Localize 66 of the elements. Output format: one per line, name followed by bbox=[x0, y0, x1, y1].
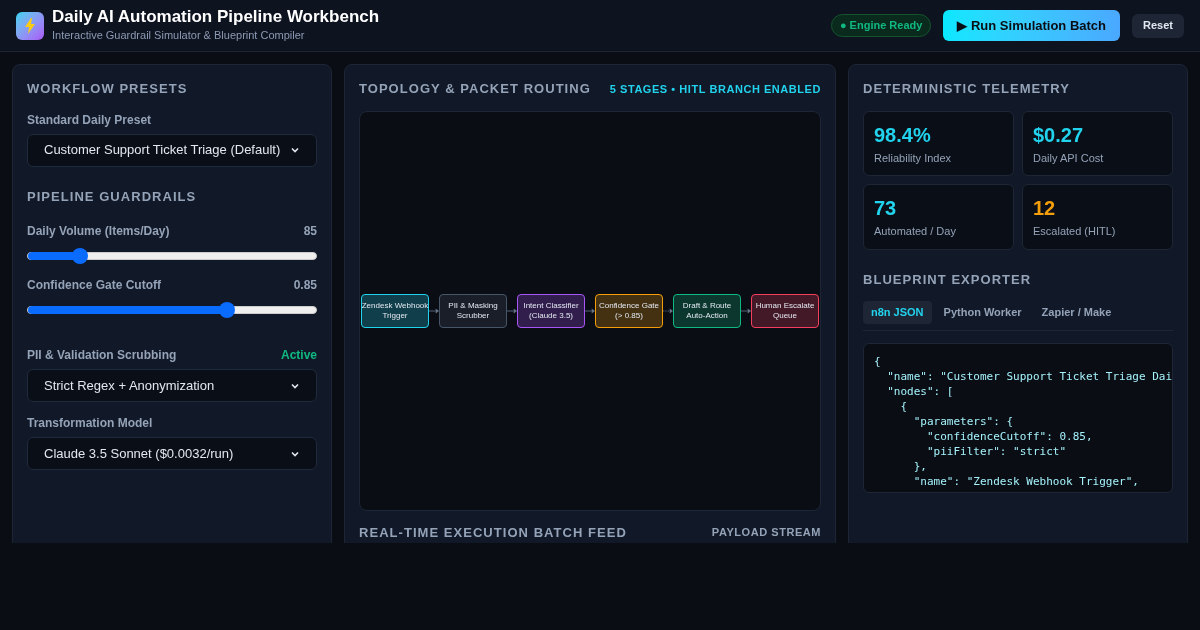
section-heading: REAL-TIME EXECUTION BATCH FEED bbox=[359, 523, 627, 542]
code-line: "name": "Customer Support Ticket Triage Dai bbox=[886, 368, 1172, 384]
slider-label: Confidence Gate Cutoff bbox=[27, 277, 161, 294]
node-label: (> 0.85) bbox=[615, 310, 643, 321]
code-line: { bbox=[874, 353, 882, 369]
slider-label: Daily Volume (Items/Day) bbox=[27, 223, 170, 240]
pipeline-node[interactable]: Zendesk Webhook Trigger bbox=[361, 293, 429, 328]
node-label: (Claude 3.5) bbox=[529, 310, 573, 321]
status-badge: ● Engine Ready bbox=[830, 14, 932, 37]
code-line: "confidenceCutoff": 0.85, bbox=[925, 428, 1094, 444]
slider-thumb[interactable] bbox=[218, 302, 235, 318]
dropdown[interactable]: Customer Support Ticket Triage (Default) bbox=[27, 133, 317, 167]
section-heading: TOPOLOGY & PACKET ROUTING bbox=[359, 80, 591, 98]
code-line: }, bbox=[912, 458, 928, 474]
metric-value: $0.27 bbox=[1033, 122, 1085, 148]
status-text: Active bbox=[280, 347, 317, 364]
metric-label: Automated / Day bbox=[874, 224, 957, 239]
code-line: "parameters": { bbox=[912, 413, 1015, 429]
metric-value: 98.4% bbox=[874, 122, 932, 148]
dropdown[interactable]: Strict Regex + Anonymization bbox=[27, 369, 317, 402]
slider-thumb[interactable] bbox=[71, 248, 88, 264]
section-heading: WORKFLOW PRESETS bbox=[27, 80, 189, 98]
metric-label: Escalated (HITL) bbox=[1033, 224, 1117, 239]
node-label: Queue bbox=[773, 310, 797, 321]
code-line: "nodes": [ bbox=[886, 383, 955, 399]
pipeline-node[interactable]: Human Escalate Queue bbox=[751, 293, 819, 328]
pipeline-node[interactable]: PII & Masking Scrubber bbox=[439, 293, 507, 328]
dropdown[interactable]: Claude 3.5 Sonnet ($0.0032/run) bbox=[27, 437, 317, 470]
node-label: Trigger bbox=[382, 310, 408, 321]
lightning-logo-icon bbox=[16, 11, 44, 40]
metric-value: 73 bbox=[874, 196, 898, 221]
field-label: Transformation Model bbox=[27, 415, 154, 432]
app-subtitle: Interactive Guardrail Simulator & Blueprint Compiler bbox=[52, 28, 306, 44]
code-line: "piiFilter": "strict" bbox=[925, 443, 1068, 459]
run-button[interactable]: ▶ Run Simulation Batch bbox=[943, 10, 1121, 41]
node-label: PII & Masking bbox=[448, 300, 498, 311]
field-label: PII & Validation Scrubbing bbox=[27, 347, 177, 364]
section-heading: PIPELINE GUARDRAILS bbox=[27, 187, 198, 206]
node-label: Scrubber bbox=[456, 310, 490, 321]
metric-value: 12 bbox=[1033, 196, 1057, 221]
metric-label: Daily API Cost bbox=[1033, 150, 1105, 166]
reset-button[interactable]: Reset bbox=[1132, 13, 1184, 38]
node-label: Intent Classifier bbox=[523, 300, 579, 311]
node-label: Auto-Action bbox=[686, 310, 728, 321]
slider-reading: 0.85 bbox=[293, 277, 317, 294]
slider-reading: 85 bbox=[303, 223, 317, 240]
node-label: Confidence Gate bbox=[598, 300, 659, 311]
node-label: Draft & Route bbox=[682, 300, 732, 311]
stream-label: PAYLOAD STREAM bbox=[711, 525, 821, 540]
node-label: Human Escalate bbox=[755, 300, 815, 311]
pipeline-node[interactable]: Intent Classifier (Claude 3.5) bbox=[517, 293, 585, 328]
pipeline-node[interactable]: Draft & Route Auto-Action bbox=[673, 293, 741, 328]
code-line: { bbox=[899, 398, 909, 414]
section-heading: DETERMINISTIC TELEMETRY bbox=[863, 80, 1071, 98]
section-heading: BLUEPRINT EXPORTER bbox=[863, 270, 1033, 289]
metric-label: Reliability Index bbox=[874, 150, 953, 166]
export-tab[interactable]: Python Worker bbox=[935, 301, 1030, 324]
field-label: Standard Daily Preset bbox=[27, 111, 153, 129]
code-line: "name": "Zendesk Webhook Trigger", bbox=[912, 473, 1140, 489]
stage-summary-label: 5 STAGES • HITL BRANCH ENABLED bbox=[609, 81, 821, 97]
export-tab[interactable]: Zapier / Make bbox=[1033, 301, 1120, 324]
pipeline-node[interactable]: Confidence Gate (> 0.85) bbox=[595, 293, 663, 328]
app-title: Daily AI Automation Pipeline Workbench bbox=[52, 7, 380, 28]
export-tab[interactable]: n8n JSON bbox=[863, 301, 932, 324]
chevron-down-icon bbox=[290, 145, 300, 155]
node-label: Zendesk Webhook bbox=[361, 300, 429, 311]
